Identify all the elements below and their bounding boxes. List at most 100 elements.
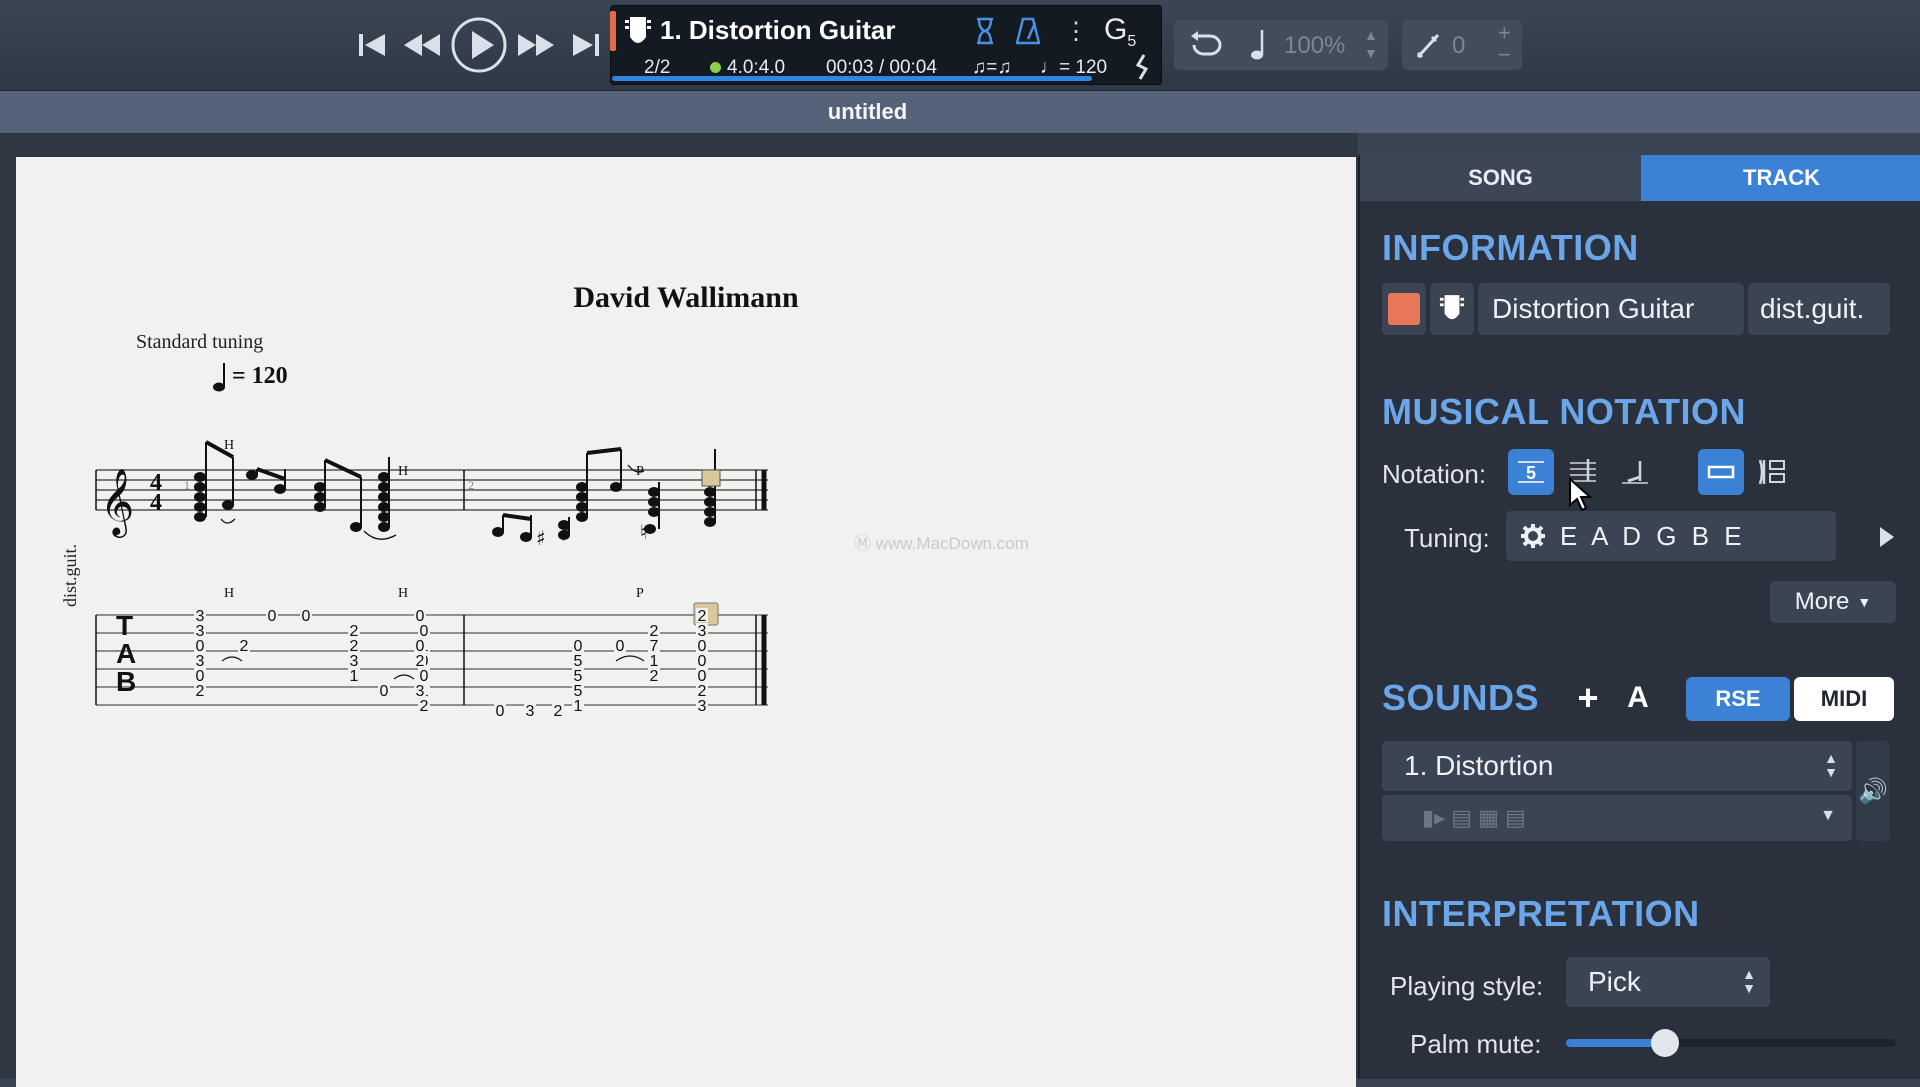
standard-notes — [194, 440, 716, 542]
pick-icon — [1416, 33, 1440, 59]
bar-number: 1 — [184, 478, 190, 492]
tab-fret-number[interactable]: 3 — [698, 623, 707, 640]
palm-mute-slider[interactable] — [1566, 1029, 1896, 1057]
key-letter: G — [1104, 13, 1128, 46]
track-status-display[interactable]: 1. Distortion Guitar ⋮ G5 2/2 4.0:4.0 00… — [610, 5, 1162, 85]
tuning-field[interactable]: E A D G B E — [1506, 511, 1836, 561]
status-dot — [710, 62, 721, 74]
tab-fret-number[interactable]: 2 — [240, 638, 249, 655]
top-toolbar: 1. Distortion Guitar ⋮ G5 2/2 4.0:4.0 00… — [0, 0, 1920, 91]
single-line-view-toggle[interactable] — [1698, 449, 1744, 495]
hourglass-icon[interactable] — [974, 17, 996, 45]
accidentals: ♯ ♯ ♮ — [536, 520, 647, 550]
sharp-icon: ♯ — [560, 522, 570, 546]
rewind-button[interactable] — [400, 23, 444, 67]
tab-fret-number[interactable]: 2 — [650, 668, 659, 685]
track-color-swatch-field[interactable] — [1382, 283, 1426, 335]
skip-to-end-button[interactable] — [564, 23, 608, 67]
sound-name: 1. Distortion — [1404, 750, 1554, 781]
metronome-icon[interactable] — [1016, 17, 1040, 45]
automation-button[interactable]: A — [1616, 675, 1660, 721]
palm-mute-knob[interactable] — [1651, 1029, 1679, 1057]
guitar-head-icon — [1439, 295, 1465, 320]
tuning-expand-icon[interactable] — [1878, 525, 1896, 549]
add-sound-button[interactable]: + — [1566, 675, 1610, 721]
track-short-name-value: dist.guit. — [1760, 293, 1865, 324]
tab-fret-number[interactable]: 2 — [420, 698, 429, 715]
tab-fret-number[interactable]: 2 — [196, 683, 205, 700]
playback-speed[interactable]: 100% — [1284, 32, 1345, 60]
track-name-value: Distortion Guitar — [1492, 293, 1695, 324]
transpose-stepper-icon[interactable]: + − — [1498, 22, 1511, 66]
tab-fret-number[interactable]: 0 — [496, 703, 505, 720]
playback-progress-bar[interactable] — [612, 76, 1092, 81]
hammer-on-mark: H — [398, 586, 408, 601]
speed-stepper-icon[interactable]: ▲ ▼ — [1364, 26, 1378, 62]
tab-letter-b: B — [116, 666, 136, 697]
pull-off-mark: P — [636, 464, 644, 479]
more-button[interactable]: More ▼ — [1770, 581, 1896, 623]
tab-fret-number[interactable]: 3 — [698, 698, 707, 715]
playing-style-select[interactable]: Pick ▲ ▼ — [1566, 957, 1770, 1007]
midi-button[interactable]: MIDI — [1794, 677, 1894, 721]
information-heading: INFORMATION — [1382, 227, 1639, 268]
tab-fret-number[interactable]: 0 — [380, 683, 389, 700]
tab-fret-number[interactable]: 0 — [268, 608, 277, 625]
tab-fret-number[interactable]: 1 — [350, 668, 359, 685]
hammer-on-mark: H — [224, 438, 234, 453]
up-down-chevron-icon[interactable]: ▲ ▼ — [1824, 751, 1838, 779]
chevron-down-icon[interactable]: ▼ — [1820, 807, 1836, 825]
tab-letter-a: A — [116, 638, 136, 669]
document-title: untitled — [827, 99, 908, 124]
tablature-icon: 5 — [1518, 461, 1544, 483]
sound-chain-row[interactable]: ▮▸ ▤ ▦ ▤ ▼ — [1382, 795, 1852, 841]
track-color-swatch[interactable] — [1388, 293, 1420, 325]
loop-icon[interactable] — [1186, 30, 1226, 60]
score-view[interactable]: David Wallimann Standard tuning = 120 di… — [0, 133, 1358, 1087]
score-page[interactable]: David Wallimann Standard tuning = 120 di… — [16, 157, 1356, 1087]
volume-button[interactable]: 🔊 — [1856, 741, 1890, 841]
transport-controls — [350, 14, 608, 76]
cursor-note-highlight[interactable] — [701, 469, 721, 487]
transpose-group: 0 + − — [1402, 20, 1522, 70]
tab-fret-number[interactable]: 0 — [616, 638, 625, 655]
tab-song[interactable]: SONG — [1360, 155, 1641, 201]
chevron-down-icon: ▼ — [1857, 594, 1872, 610]
bar-number: 2 — [468, 478, 474, 492]
sharp-icon: ♯ — [536, 526, 546, 550]
track-name-field[interactable]: Distortion Guitar — [1478, 283, 1744, 335]
tab-fret-number[interactable]: 2 — [416, 653, 425, 670]
skip-to-start-button[interactable] — [350, 23, 394, 67]
track-short-name-field[interactable]: dist.guit. — [1748, 283, 1890, 335]
multi-line-view-toggle[interactable] — [1750, 449, 1796, 495]
tab-fret-number[interactable]: 0 — [302, 608, 311, 625]
fast-forward-button[interactable] — [514, 23, 558, 67]
transpose-value[interactable]: 0 — [1452, 32, 1465, 60]
tab-fret-number[interactable]: 2 — [554, 703, 563, 720]
up-down-chevron-icon: ▲ ▼ — [1742, 966, 1756, 996]
treble-clef-icon: 𝄞 — [100, 467, 134, 538]
panel-tabs: SONG TRACK — [1360, 155, 1920, 201]
speaker-icon: 🔊 — [1858, 777, 1888, 805]
tab-track[interactable]: TRACK — [1641, 155, 1920, 201]
rse-button[interactable]: RSE — [1686, 677, 1790, 721]
tab-fret-number[interactable]: 3 — [526, 703, 535, 720]
tab-fret-number[interactable]: 3 — [416, 683, 425, 700]
palm-mute-label: Palm mute: — [1410, 1029, 1542, 1059]
tab-fret-number[interactable]: 1 — [574, 698, 583, 715]
sound-selector[interactable]: 1. Distortion ▲ ▼ — [1382, 741, 1852, 791]
slash-notation-toggle[interactable] — [1612, 449, 1658, 495]
slash-notation-icon — [1622, 461, 1648, 484]
more-options-icon[interactable]: ⋮ — [1064, 17, 1088, 46]
tablature-toggle[interactable]: 5 — [1508, 449, 1554, 495]
instrument-icon-field[interactable] — [1430, 283, 1474, 335]
tab-fret-number[interactable]: 0 — [416, 608, 425, 625]
more-button-label: More — [1794, 588, 1850, 615]
multi-staff-icon — [1758, 459, 1785, 485]
skip-back-icon — [359, 34, 385, 56]
play-button[interactable] — [450, 16, 508, 74]
rewind-icon — [404, 34, 440, 56]
hammer-on-mark: H — [224, 586, 234, 601]
svg-text:5: 5 — [1526, 463, 1536, 483]
score-notation[interactable]: 𝄞 4 4 ♯ ♯ ♮ T A B H H P H H P 1 2 330302… — [16, 157, 1356, 857]
